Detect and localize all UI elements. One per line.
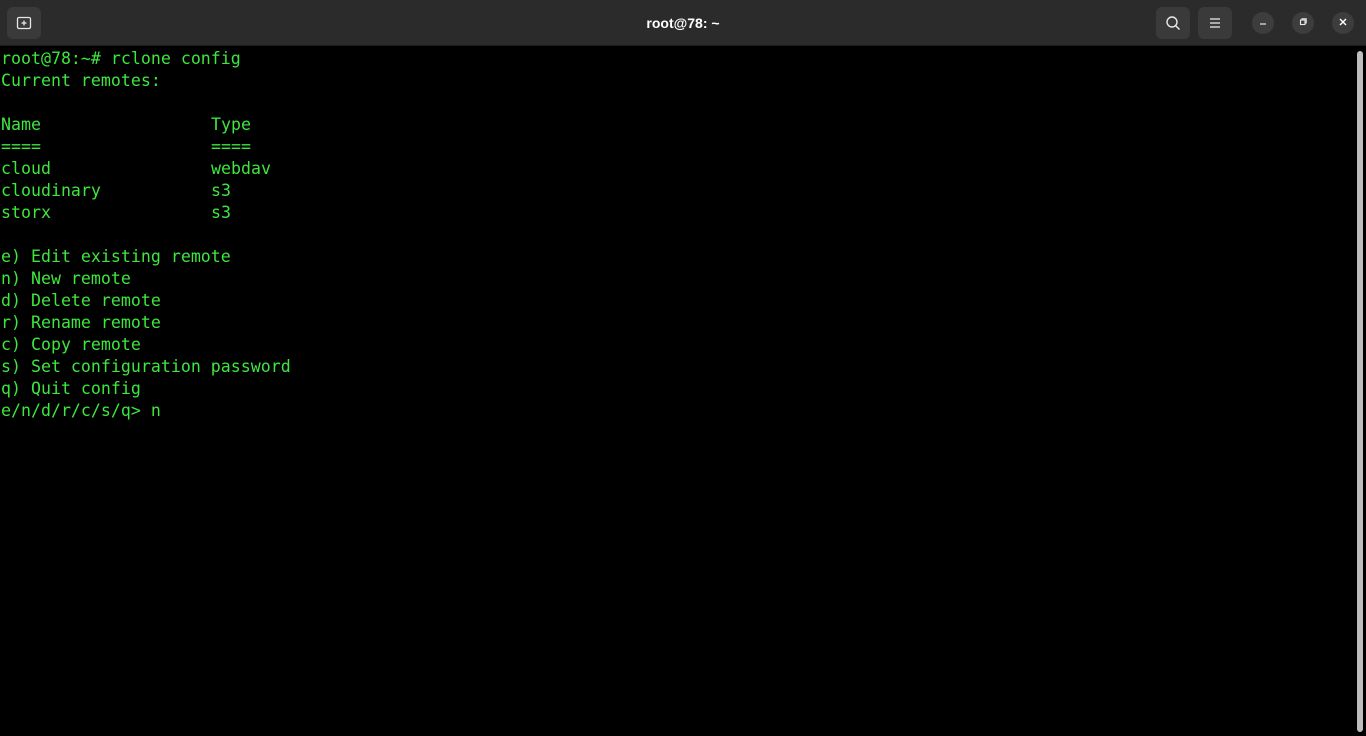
menu-option-delete: d) Delete remote (1, 291, 161, 310)
menu-option-rename: r) Rename remote (1, 313, 161, 332)
maximize-button[interactable] (1292, 12, 1314, 34)
table-header-type: Type (211, 115, 251, 134)
new-tab-button[interactable] (7, 7, 41, 39)
menu-option-set-password: s) Set configuration password (1, 357, 291, 376)
search-icon (1165, 15, 1181, 31)
current-remotes-heading: Current remotes: (1, 71, 161, 90)
command-line: root@78:~# rclone config (1, 49, 241, 68)
input-prompt[interactable]: e/n/d/r/c/s/q> n (1, 400, 161, 422)
menu-option-copy: c) Copy remote (1, 335, 141, 354)
table-separator-type: ==== (211, 137, 251, 156)
remote-type: s3 (211, 181, 231, 200)
scrollbar-thumb[interactable] (1357, 51, 1363, 732)
remote-type: webdav (211, 159, 271, 178)
title-bar: root@78: ~ (0, 0, 1366, 46)
table-header-name: Name (1, 115, 41, 134)
minimize-button[interactable] (1252, 12, 1274, 34)
terminal-output[interactable]: root@78:~# rclone config Current remotes… (0, 47, 1354, 736)
vertical-scrollbar[interactable] (1355, 47, 1366, 736)
remote-name: cloudinary (1, 181, 101, 200)
terminal-window: root@78: ~ root@78:~# rclone config Curr… (0, 0, 1366, 736)
remote-type: s3 (211, 203, 231, 222)
hamburger-menu-icon (1208, 16, 1222, 30)
new-tab-icon (16, 15, 32, 31)
search-button[interactable] (1156, 7, 1190, 39)
close-button[interactable] (1332, 12, 1354, 34)
remote-name: storx (1, 203, 51, 222)
menu-option-edit: e) Edit existing remote (1, 247, 231, 266)
close-icon (1338, 14, 1348, 32)
minimize-icon (1258, 14, 1268, 32)
restore-icon (1298, 14, 1308, 32)
menu-option-new: n) New remote (1, 269, 131, 288)
table-separator-name: ==== (1, 137, 41, 156)
remote-name: cloud (1, 159, 51, 178)
menu-option-quit: q) Quit config (1, 379, 141, 398)
menu-button[interactable] (1198, 7, 1232, 39)
